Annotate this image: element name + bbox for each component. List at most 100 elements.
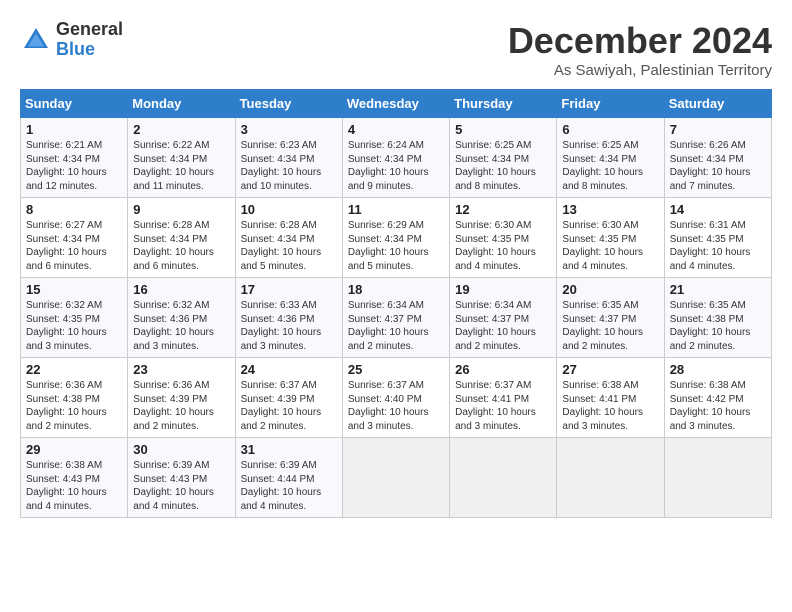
day-info: Sunrise: 6:30 AM Sunset: 4:35 PM Dayligh…: [455, 219, 551, 273]
day-number: 25: [348, 362, 444, 377]
day-info: Sunrise: 6:32 AM Sunset: 4:36 PM Dayligh…: [133, 299, 229, 353]
calendar-cell: 8Sunrise: 6:27 AM Sunset: 4:34 PM Daylig…: [21, 198, 128, 278]
calendar-cell: 3 Sunrise: 6:23 AM Sunset: 4:34 PM Daylig…: [235, 118, 342, 198]
calendar-cell: 7 Sunrise: 6:26 AM Sunset: 4:34 PM Daylig…: [664, 118, 771, 198]
calendar-cell: 17 Sunrise: 6:33 AM Sunset: 4:36 PM Dayli…: [235, 278, 342, 358]
day-number: 1: [26, 122, 122, 137]
day-number: 10: [241, 202, 337, 217]
day-number: 19: [455, 282, 551, 297]
calendar-cell: 20 Sunrise: 6:35 AM Sunset: 4:37 PM Dayli…: [557, 278, 664, 358]
calendar-cell: 22 Sunrise: 6:36 AM Sunset: 4:38 PM Dayli…: [21, 358, 128, 438]
calendar-cell: 11 Sunrise: 6:29 AM Sunset: 4:34 PM Dayli…: [342, 198, 449, 278]
day-info: Sunrise: 6:26 AM Sunset: 4:34 PM Dayligh…: [670, 139, 766, 193]
day-info: Sunrise: 6:37 AM Sunset: 4:41 PM Dayligh…: [455, 379, 551, 433]
location-subtitle: As Sawiyah, Palestinian Territory: [508, 62, 772, 79]
calendar-cell: 23Sunrise: 6:36 AM Sunset: 4:39 PM Dayli…: [128, 358, 235, 438]
day-info: Sunrise: 6:38 AM Sunset: 4:43 PM Dayligh…: [26, 459, 122, 513]
logo-icon: [20, 24, 52, 56]
title-section: December 2024 As Sawiyah, Palestinian Te…: [508, 20, 772, 79]
day-number: 26: [455, 362, 551, 377]
day-number: 13: [562, 202, 658, 217]
month-title: December 2024: [508, 20, 772, 62]
day-number: 28: [670, 362, 766, 377]
calendar-cell: 18 Sunrise: 6:34 AM Sunset: 4:37 PM Dayli…: [342, 278, 449, 358]
day-number: 22: [26, 362, 122, 377]
day-info: Sunrise: 6:32 AM Sunset: 4:35 PM Dayligh…: [26, 299, 122, 353]
calendar-cell: 26 Sunrise: 6:37 AM Sunset: 4:41 PM Dayli…: [450, 358, 557, 438]
day-number: 31: [241, 442, 337, 457]
calendar-cell: 1 Sunrise: 6:21 AM Sunset: 4:34 PM Daylig…: [21, 118, 128, 198]
day-number: 2: [133, 122, 229, 137]
day-number: 14: [670, 202, 766, 217]
calendar-cell: 10 Sunrise: 6:28 AM Sunset: 4:34 PM Dayli…: [235, 198, 342, 278]
day-number: 18: [348, 282, 444, 297]
day-info: Sunrise: 6:21 AM Sunset: 4:34 PM Dayligh…: [26, 139, 122, 193]
header-monday: Monday: [128, 90, 235, 118]
calendar-cell: 6 Sunrise: 6:25 AM Sunset: 4:34 PM Daylig…: [557, 118, 664, 198]
calendar-week-1: 1 Sunrise: 6:21 AM Sunset: 4:34 PM Daylig…: [21, 118, 772, 198]
calendar-cell: 2 Sunrise: 6:22 AM Sunset: 4:34 PM Daylig…: [128, 118, 235, 198]
day-number: 29: [26, 442, 122, 457]
day-number: 5: [455, 122, 551, 137]
calendar-cell: 27Sunrise: 6:38 AM Sunset: 4:41 PM Dayli…: [557, 358, 664, 438]
day-number: 11: [348, 202, 444, 217]
day-info: Sunrise: 6:35 AM Sunset: 4:37 PM Dayligh…: [562, 299, 658, 353]
logo: General Blue: [20, 20, 123, 60]
day-info: Sunrise: 6:29 AM Sunset: 4:34 PM Dayligh…: [348, 219, 444, 273]
day-info: Sunrise: 6:39 AM Sunset: 4:43 PM Dayligh…: [133, 459, 229, 513]
calendar-cell: 15 Sunrise: 6:32 AM Sunset: 4:35 PM Dayli…: [21, 278, 128, 358]
day-number: 16: [133, 282, 229, 297]
day-info: Sunrise: 6:34 AM Sunset: 4:37 PM Dayligh…: [348, 299, 444, 353]
calendar-week-4: 22 Sunrise: 6:36 AM Sunset: 4:38 PM Dayli…: [21, 358, 772, 438]
calendar-cell: 24Sunrise: 6:37 AM Sunset: 4:39 PM Dayli…: [235, 358, 342, 438]
calendar-cell: [557, 438, 664, 518]
day-info: Sunrise: 6:36 AM Sunset: 4:38 PM Dayligh…: [26, 379, 122, 433]
day-number: 7: [670, 122, 766, 137]
calendar-cell: 5 Sunrise: 6:25 AM Sunset: 4:34 PM Daylig…: [450, 118, 557, 198]
calendar-cell: 4 Sunrise: 6:24 AM Sunset: 4:34 PM Daylig…: [342, 118, 449, 198]
day-number: 3: [241, 122, 337, 137]
day-info: Sunrise: 6:35 AM Sunset: 4:38 PM Dayligh…: [670, 299, 766, 353]
day-number: 6: [562, 122, 658, 137]
header-wednesday: Wednesday: [342, 90, 449, 118]
day-number: 20: [562, 282, 658, 297]
calendar-cell: 31 Sunrise: 6:39 AM Sunset: 4:44 PM Dayli…: [235, 438, 342, 518]
day-number: 4: [348, 122, 444, 137]
day-info: Sunrise: 6:28 AM Sunset: 4:34 PM Dayligh…: [241, 219, 337, 273]
day-number: 15: [26, 282, 122, 297]
calendar-cell: 13 Sunrise: 6:30 AM Sunset: 4:35 PM Dayli…: [557, 198, 664, 278]
day-info: Sunrise: 6:38 AM Sunset: 4:42 PM Dayligh…: [670, 379, 766, 433]
day-info: Sunrise: 6:24 AM Sunset: 4:34 PM Dayligh…: [348, 139, 444, 193]
day-info: Sunrise: 6:31 AM Sunset: 4:35 PM Dayligh…: [670, 219, 766, 273]
day-info: Sunrise: 6:23 AM Sunset: 4:34 PM Dayligh…: [241, 139, 337, 193]
day-number: 21: [670, 282, 766, 297]
calendar-week-5: 29 Sunrise: 6:38 AM Sunset: 4:43 PM Dayli…: [21, 438, 772, 518]
header-friday: Friday: [557, 90, 664, 118]
day-number: 17: [241, 282, 337, 297]
day-info: Sunrise: 6:38 AM Sunset: 4:41 PM Dayligh…: [562, 379, 658, 433]
day-info: Sunrise: 6:25 AM Sunset: 4:34 PM Dayligh…: [562, 139, 658, 193]
calendar-table: SundayMondayTuesdayWednesdayThursdayFrid…: [20, 89, 772, 518]
calendar-week-2: 8Sunrise: 6:27 AM Sunset: 4:34 PM Daylig…: [21, 198, 772, 278]
day-info: Sunrise: 6:36 AM Sunset: 4:39 PM Dayligh…: [133, 379, 229, 433]
calendar-header-row: SundayMondayTuesdayWednesdayThursdayFrid…: [21, 90, 772, 118]
calendar-cell: 9 Sunrise: 6:28 AM Sunset: 4:34 PM Daylig…: [128, 198, 235, 278]
day-number: 9: [133, 202, 229, 217]
calendar-cell: 12 Sunrise: 6:30 AM Sunset: 4:35 PM Dayli…: [450, 198, 557, 278]
calendar-cell: [664, 438, 771, 518]
day-info: Sunrise: 6:33 AM Sunset: 4:36 PM Dayligh…: [241, 299, 337, 353]
day-info: Sunrise: 6:25 AM Sunset: 4:34 PM Dayligh…: [455, 139, 551, 193]
day-info: Sunrise: 6:39 AM Sunset: 4:44 PM Dayligh…: [241, 459, 337, 513]
day-number: 30: [133, 442, 229, 457]
day-info: Sunrise: 6:37 AM Sunset: 4:40 PM Dayligh…: [348, 379, 444, 433]
calendar-cell: [450, 438, 557, 518]
header-tuesday: Tuesday: [235, 90, 342, 118]
day-info: Sunrise: 6:28 AM Sunset: 4:34 PM Dayligh…: [133, 219, 229, 273]
day-info: Sunrise: 6:22 AM Sunset: 4:34 PM Dayligh…: [133, 139, 229, 193]
day-info: Sunrise: 6:30 AM Sunset: 4:35 PM Dayligh…: [562, 219, 658, 273]
calendar-cell: 25 Sunrise: 6:37 AM Sunset: 4:40 PM Dayli…: [342, 358, 449, 438]
calendar-cell: 19Sunrise: 6:34 AM Sunset: 4:37 PM Dayli…: [450, 278, 557, 358]
day-number: 24: [241, 362, 337, 377]
day-number: 12: [455, 202, 551, 217]
calendar-cell: 30 Sunrise: 6:39 AM Sunset: 4:43 PM Dayli…: [128, 438, 235, 518]
